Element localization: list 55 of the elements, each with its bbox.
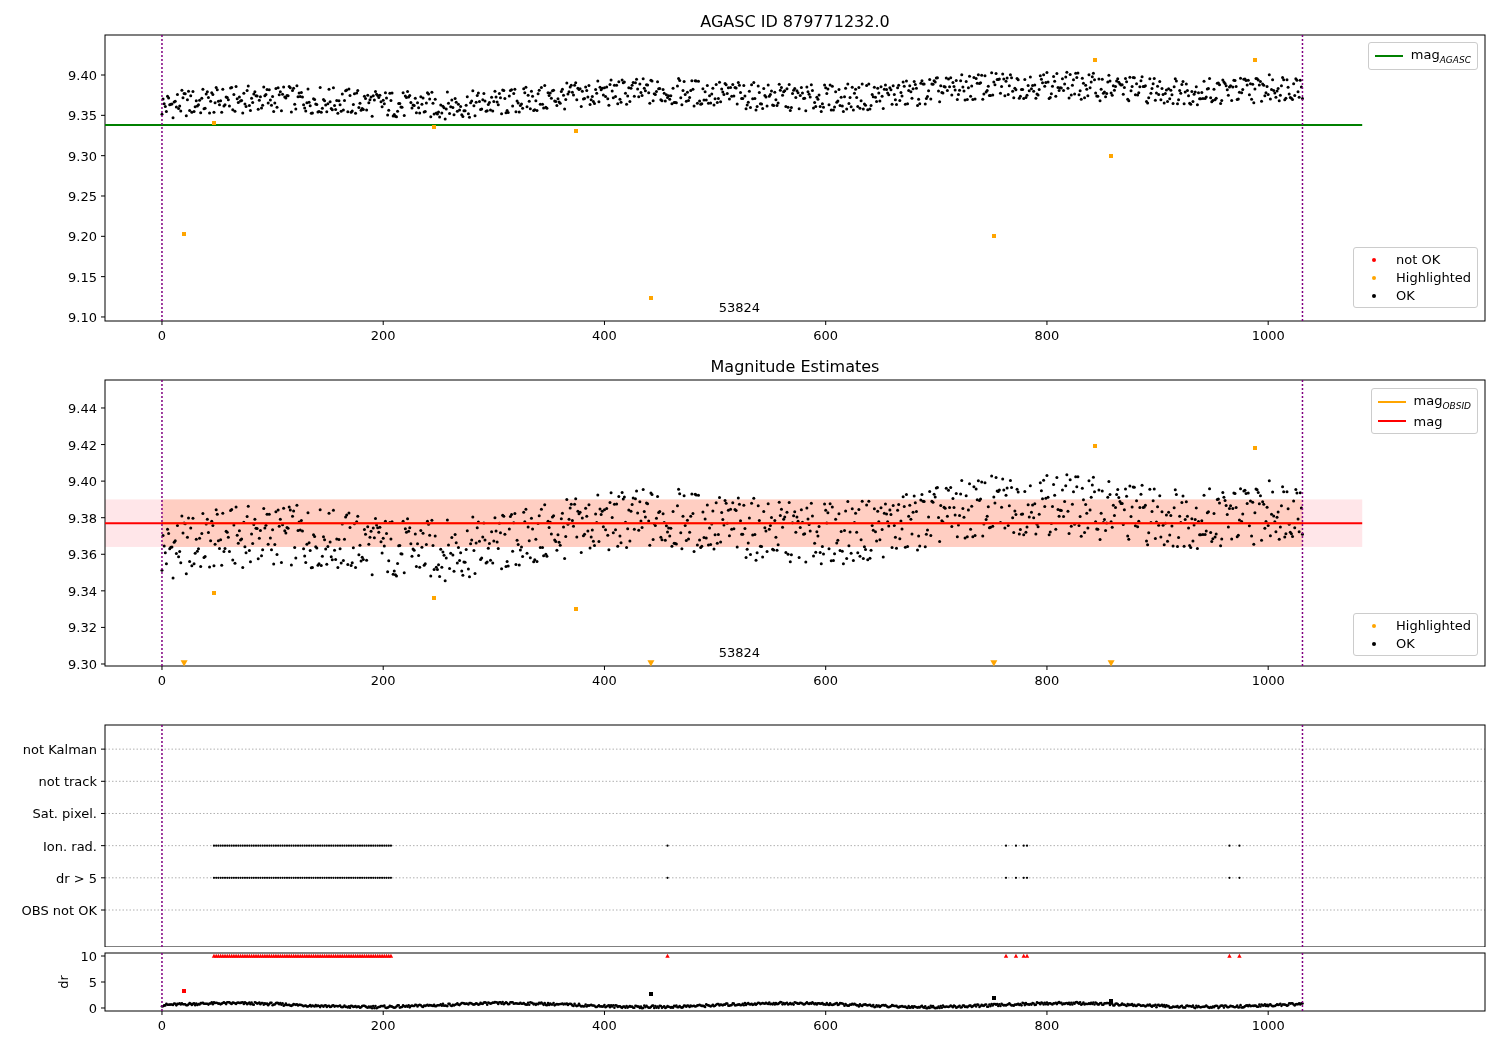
x-tick-label: 200 — [370, 673, 396, 688]
y-tick-label: 9.20 — [68, 229, 97, 245]
y-tick-label: 9.42 — [68, 437, 97, 453]
x-tick-label: 400 — [592, 673, 617, 688]
annotation-label: 53824 — [718, 645, 761, 660]
y-tick-label: 9.34 — [68, 583, 97, 599]
x-tick-label: 0 — [157, 328, 167, 343]
chart-title: AGASC ID 879771232.0 — [700, 12, 890, 31]
chart-title: Magnitude Estimates — [710, 357, 880, 376]
x-tick-label: 200 — [370, 328, 396, 343]
x-tick-label: 800 — [1034, 673, 1060, 688]
y-tick-label: 9.40 — [68, 474, 97, 490]
y-axis-label: dr — [56, 975, 71, 989]
x-tick-label: 1000 — [1251, 1018, 1285, 1033]
y-tick-label: 0 — [88, 1001, 97, 1016]
legend-label: mag — [1413, 413, 1443, 429]
x-tick-label: 800 — [1034, 328, 1060, 343]
legend-label: OK — [1396, 288, 1415, 303]
x-tick-label: 400 — [592, 328, 617, 343]
annotation-label: 53824 — [718, 300, 761, 315]
y-tick-label: 10 — [80, 949, 97, 964]
y-tick-label: 9.36 — [68, 547, 97, 563]
legend-label: mag$_{OBSID}$ — [1413, 393, 1471, 411]
y-tick-label: 9.40 — [68, 68, 97, 83]
x-tick-label: 600 — [813, 1018, 839, 1033]
legend-label: Highlighted — [1396, 270, 1471, 285]
legend-label: mag$_{AGASC}$ — [1410, 47, 1471, 65]
x-tick-label: 600 — [813, 328, 839, 343]
y-tick-label: 9.35 — [68, 108, 97, 124]
x-tick-label: 0 — [157, 673, 167, 688]
flag-row-label: OBS not OK — [21, 903, 97, 918]
y-tick-label: 9.10 — [68, 309, 97, 325]
y-tick-label: 5 — [88, 975, 97, 990]
x-tick-label: 600 — [813, 673, 839, 688]
x-tick-label: 1000 — [1251, 328, 1285, 343]
flag-row-label: not track — [38, 774, 97, 790]
x-tick-label: 400 — [592, 1018, 617, 1033]
legend-label: not OK — [1396, 252, 1441, 267]
legend-label: Highlighted — [1396, 618, 1471, 633]
flag-row-label: dr > 5 — [55, 870, 97, 886]
y-tick-label: 9.25 — [68, 189, 97, 204]
y-tick-label: 9.44 — [68, 401, 97, 416]
x-tick-label: 0 — [157, 1018, 167, 1033]
y-tick-label: 9.32 — [68, 620, 97, 636]
flag-row-label: not Kalman — [22, 742, 97, 758]
flag-row-label: Sat. pixel. — [32, 806, 97, 822]
y-tick-label: 9.30 — [68, 148, 97, 164]
legend-label: OK — [1396, 636, 1415, 651]
x-tick-label: 1000 — [1251, 673, 1285, 688]
x-tick-label: 200 — [370, 1018, 396, 1033]
y-tick-label: 9.38 — [68, 510, 97, 526]
x-tick-label: 800 — [1034, 1018, 1060, 1033]
y-tick-label: 9.30 — [68, 657, 97, 672]
y-tick-label: 9.15 — [68, 269, 97, 285]
flag-row-label: Ion. rad. — [43, 838, 97, 854]
